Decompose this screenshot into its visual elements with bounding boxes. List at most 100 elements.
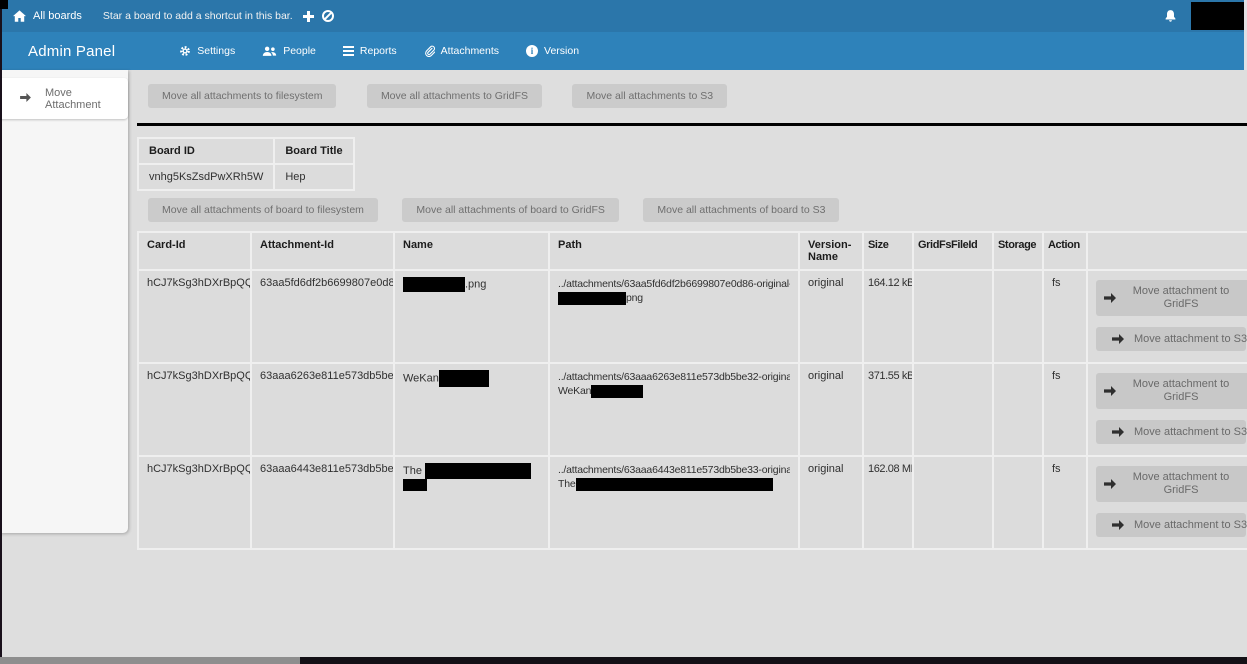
- tab-label: Reports: [360, 45, 397, 57]
- name-cell: WeKan: [394, 363, 549, 456]
- action-cell: fs: [1043, 456, 1087, 549]
- horizontal-scrollbar[interactable]: [0, 657, 1247, 664]
- info-circle-icon: i: [526, 45, 538, 57]
- wekan-admin-panel-window: All boards Star a board to add a shortcu…: [0, 0, 1247, 664]
- ban-icon[interactable]: [322, 10, 334, 22]
- admin-bar: Admin Panel Settings People Reports: [0, 32, 1247, 70]
- board-move-buttons: Move all attachments of board to filesys…: [148, 198, 1247, 222]
- top-bar: All boards Star a board to add a shortcu…: [0, 0, 1247, 32]
- scrollbar-thumb[interactable]: [0, 657, 300, 664]
- tab-people[interactable]: People: [262, 45, 316, 57]
- name-prefix: The: [403, 465, 425, 477]
- version-name-cell: original: [799, 270, 863, 363]
- global-move-buttons: Move all attachments to filesystem Move …: [148, 84, 1247, 108]
- move-attachment-to-s3-button[interactable]: Move attachment to S3: [1096, 513, 1246, 537]
- plus-icon[interactable]: [303, 11, 314, 22]
- all-boards-label: All boards: [33, 10, 82, 22]
- arrow-right-icon: [1112, 427, 1124, 437]
- card-id-cell: hCJ7kSg3hDXrBpQQa: [138, 456, 251, 549]
- action-cell: fs: [1043, 363, 1087, 456]
- move-attachment-to-gridfs-button[interactable]: Move attachment to GridFS: [1096, 466, 1247, 502]
- bell-icon[interactable]: [1164, 9, 1177, 23]
- gridfsfileid-header: GridFsFileId: [913, 232, 993, 270]
- board-id-header: Board ID: [138, 138, 274, 164]
- redacted-name: [439, 370, 489, 387]
- tab-settings[interactable]: Settings: [179, 45, 235, 57]
- move-all-to-gridfs-button[interactable]: Move all attachments to GridFS: [367, 84, 542, 108]
- redacted-name: [425, 463, 531, 479]
- redacted-path: [558, 292, 626, 305]
- storage-cell: [993, 270, 1043, 363]
- tab-version[interactable]: i Version: [526, 45, 579, 57]
- tab-reports[interactable]: Reports: [343, 45, 397, 57]
- move-all-to-filesystem-button[interactable]: Move all attachments to filesystem: [148, 84, 336, 108]
- move-board-to-gridfs-button[interactable]: Move all attachments of board to GridFS: [402, 198, 619, 222]
- redacted-name: [403, 479, 427, 491]
- redacted-path: [576, 478, 773, 491]
- all-boards-link[interactable]: All boards: [13, 10, 82, 22]
- button-label: Move attachment to S3: [1134, 519, 1247, 531]
- move-board-to-filesystem-button[interactable]: Move all attachments of board to filesys…: [148, 198, 378, 222]
- attachment-row-1: hCJ7kSg3hDXrBpQQa 63aa5fd6df2b6699807e0d…: [138, 270, 1247, 363]
- sidebar-item-move-attachment[interactable]: Move Attachment: [0, 78, 128, 119]
- path-line-1: ../attachments/63aaa6443e811e573db5be33-…: [558, 463, 790, 477]
- people-icon: [262, 46, 277, 57]
- list-icon: [343, 46, 354, 56]
- sidebar-item-label: Move Attachment: [45, 87, 128, 111]
- arrow-right-icon: [1104, 293, 1116, 303]
- move-attachment-to-s3-button[interactable]: Move attachment to S3: [1096, 327, 1246, 351]
- window-left-edge: [0, 0, 2, 664]
- path-header: Path: [549, 232, 799, 270]
- name-cell: .png: [394, 270, 549, 363]
- gridfsfileid-cell: [913, 270, 993, 363]
- size-header: Size: [863, 232, 913, 270]
- size-cell: 162.08 MB: [863, 456, 913, 549]
- gridfsfileid-cell: [913, 456, 993, 549]
- divider: [137, 123, 1247, 126]
- buttons-header: [1087, 232, 1247, 270]
- sidebar: Move Attachment: [0, 70, 128, 533]
- path-cell: ../attachments/63aaa6443e811e573db5be33-…: [549, 456, 799, 549]
- path-cell: ../attachments/63aaa6263e811e573db5be32-…: [549, 363, 799, 456]
- shortcut-hint: Star a board to add a shortcut in this b…: [103, 10, 293, 22]
- arrow-right-icon: [1104, 386, 1116, 396]
- arrow-right-icon: [1112, 334, 1124, 344]
- redacted-name: [403, 277, 465, 292]
- board-title-header: Board Title: [274, 138, 353, 164]
- attachment-id-cell: 63aa5fd6df2b6699807e0d86: [251, 270, 394, 363]
- board-row: vnhg5KsZsdPwXRh5W Hep: [138, 164, 354, 190]
- tab-attachments[interactable]: Attachments: [424, 45, 499, 57]
- card-id-cell: hCJ7kSg3hDXrBpQQa: [138, 363, 251, 456]
- page-title: Admin Panel: [28, 43, 115, 60]
- path-line-2: png: [558, 291, 790, 305]
- action-buttons-cell: Move attachment to GridFS Move attachmen…: [1087, 456, 1247, 549]
- version-name-cell: original: [799, 456, 863, 549]
- path-prefix: The: [558, 478, 576, 490]
- arrow-right-icon: [1112, 520, 1124, 530]
- action-buttons-cell: Move attachment to GridFS Move attachmen…: [1087, 270, 1247, 363]
- board-id-cell: vnhg5KsZsdPwXRh5W: [138, 164, 274, 190]
- move-attachment-to-s3-button[interactable]: Move attachment to S3: [1096, 420, 1246, 444]
- button-label: Move attachment to S3: [1134, 333, 1247, 345]
- attachment-id-header: Attachment-Id: [251, 232, 394, 270]
- name-suffix: .png: [465, 278, 486, 290]
- move-attachment-to-gridfs-button[interactable]: Move attachment to GridFS: [1096, 373, 1247, 409]
- move-all-to-s3-button[interactable]: Move all attachments to S3: [572, 84, 727, 108]
- move-board-to-s3-button[interactable]: Move all attachments of board to S3: [643, 198, 839, 222]
- admin-menu: Settings People Reports Attachments i: [179, 45, 579, 57]
- attachment-id-cell: 63aaa6443e811e573db5be33: [251, 456, 394, 549]
- card-id-header: Card-Id: [138, 232, 251, 270]
- attachment-id-cell: 63aaa6263e811e573db5be32: [251, 363, 394, 456]
- board-table: Board ID Board Title vnhg5KsZsdPwXRh5W H…: [137, 137, 355, 191]
- action-buttons-cell: Move attachment to GridFS Move attachmen…: [1087, 363, 1247, 456]
- tab-label: Settings: [197, 45, 235, 57]
- attachments-header-row: Card-Id Attachment-Id Name Path Version-…: [138, 232, 1247, 270]
- action-header: Action: [1043, 232, 1087, 270]
- redacted-user-menu[interactable]: [1191, 2, 1244, 30]
- board-title-cell: Hep: [274, 164, 353, 190]
- storage-cell: [993, 456, 1043, 549]
- move-attachment-to-gridfs-button[interactable]: Move attachment to GridFS: [1096, 280, 1247, 316]
- action-cell: fs: [1043, 270, 1087, 363]
- paperclip-icon: [424, 45, 435, 57]
- attachments-table: Card-Id Attachment-Id Name Path Version-…: [137, 231, 1247, 550]
